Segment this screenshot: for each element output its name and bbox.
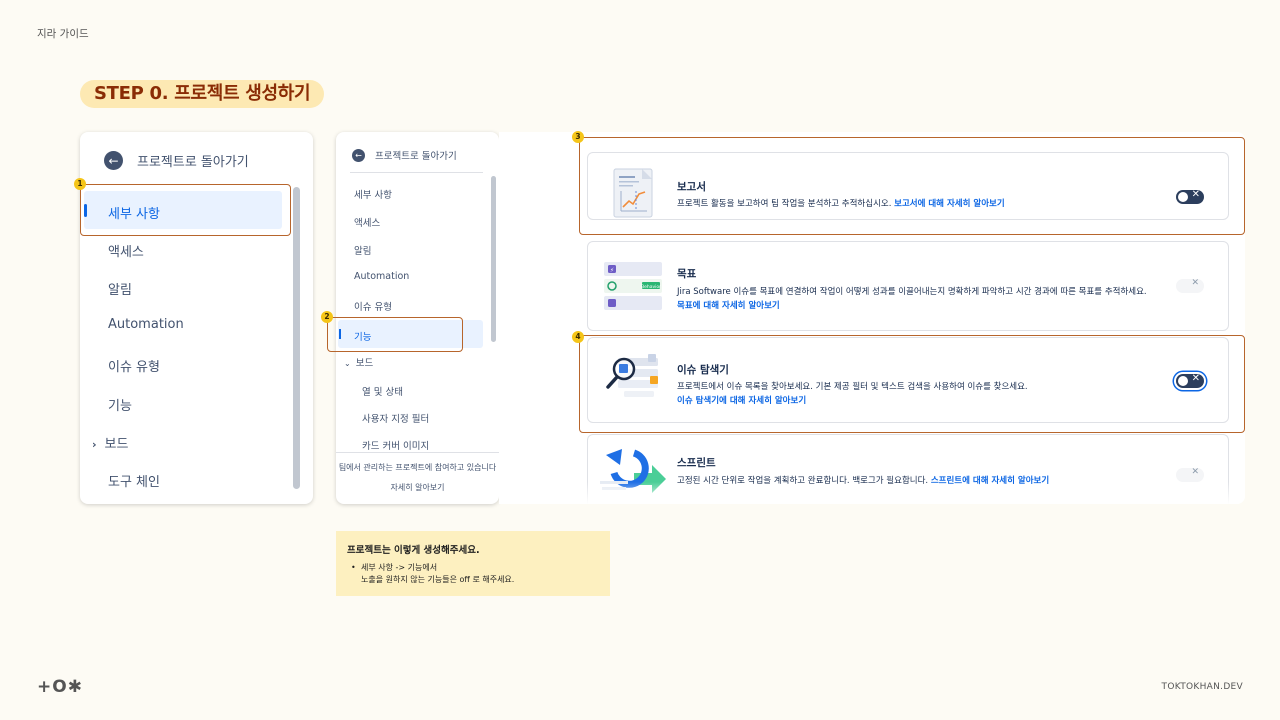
feature-title: 목표 (677, 268, 697, 280)
sidebar-subitem-columns[interactable]: 열 및 상태 (362, 384, 403, 398)
close-icon: ✕ (1191, 467, 1199, 477)
badge-4: 4 (572, 331, 584, 343)
site-url: TOKTOKHAN.DEV (1161, 682, 1243, 692)
back-arrow-icon: ← (104, 151, 123, 170)
board-label: 보드 (104, 437, 129, 452)
note-bullet-text: 세부 사항 -> 기능에서 노출을 원하지 않는 기능들은 off 로 해주세요… (361, 562, 514, 586)
badge-1: 1 (74, 178, 86, 190)
note-title: 프로젝트는 이렇게 생성해주세요. (347, 545, 480, 556)
sidebar-item-access[interactable]: 액세스 (108, 241, 144, 260)
back-to-project-link-small[interactable]: ← 프로젝트로 돌아가기 (352, 148, 457, 162)
learn-more-link[interactable]: 자세히 알아보기 (336, 482, 499, 493)
instruction-note: 프로젝트는 이렇게 생성해주세요. • 세부 사항 -> 기능에서 노출을 원하… (336, 531, 610, 596)
svg-text:⚡: ⚡ (610, 267, 614, 274)
sidebar-item-notifications[interactable]: 알림 (108, 279, 132, 298)
highlight-box-3 (579, 137, 1245, 235)
learn-more-link[interactable]: 목표에 대해 자세히 알아보기 (677, 301, 780, 311)
goals-illustration: ⚡ Behavior (604, 262, 664, 316)
brand-logo: +O✱ (37, 677, 83, 697)
sidebar-item-automation[interactable]: Automation (108, 317, 184, 332)
back-arrow-icon: ← (352, 148, 365, 162)
feature-card-goals: ⚡ Behavior 목표 Jira Software 이슈를 목표에 연결하여… (587, 241, 1229, 331)
back-label: 프로젝트로 돌아가기 (137, 155, 249, 170)
goal-art-label: Behavior (641, 284, 661, 290)
divider (350, 172, 483, 173)
sidebar-item-board[interactable]: › 보드 (92, 433, 128, 452)
badge-2: 2 (321, 311, 333, 323)
note-line-2: 노출을 원하지 않는 기능들은 off 로 해주세요. (361, 575, 515, 584)
scrollbar[interactable] (293, 187, 300, 489)
note-line-1: 세부 사항 -> 기능에서 (361, 563, 438, 572)
highlight-box-1 (80, 184, 291, 236)
sidebar-item-access[interactable]: 액세스 (354, 215, 380, 229)
back-label: 프로젝트로 돌아가기 (375, 151, 457, 162)
sidebar-item-toolchain[interactable]: 도구 체인 (108, 471, 160, 490)
sidebar-item-issue-types[interactable]: 이슈 유형 (108, 356, 160, 375)
goals-toggle[interactable]: ✕ (1176, 278, 1204, 293)
board-label: 보드 (355, 358, 374, 369)
back-to-project-link[interactable]: ← 프로젝트로 돌아가기 (104, 151, 249, 170)
bullet-dot: • (351, 563, 356, 572)
sidebar-item-board[interactable]: ⌄ 보드 (344, 355, 373, 369)
sidebar-subitem-filters[interactable]: 사용자 지정 필터 (362, 411, 429, 425)
guide-label: 지라 가이드 (37, 28, 89, 40)
sidebar-subitem-card-cover[interactable]: 카드 커버 이미지 (362, 438, 429, 452)
step-title: STEP 0. 프로젝트 생성하기 (80, 80, 325, 108)
chevron-right-icon: › (92, 438, 97, 451)
badge-3: 3 (572, 131, 584, 143)
feature-description: Jira Software 이슈를 목표에 연결하여 작업이 어떻게 성과를 이… (677, 285, 1157, 313)
close-icon: ✕ (1191, 278, 1199, 288)
chevron-down-icon: ⌄ (344, 359, 351, 368)
fade-overlay (499, 482, 1245, 504)
sprints-toggle[interactable]: ✕ (1176, 467, 1204, 482)
sidebar-item-features[interactable]: 기능 (108, 395, 132, 414)
sidebar-item-automation[interactable]: Automation (354, 271, 409, 282)
note-bullet: • 세부 사항 -> 기능에서 노출을 원하지 않는 기능들은 off 로 해주… (347, 562, 599, 586)
description-text: Jira Software 이슈를 목표에 연결하여 작업이 어떻게 성과를 이… (677, 287, 1147, 297)
feature-title: 스프린트 (677, 457, 716, 469)
highlight-box-2 (327, 317, 463, 352)
divider (336, 452, 499, 453)
sidebar-item-issue-types[interactable]: 이슈 유형 (354, 299, 392, 313)
sidebar-item-notifications[interactable]: 알림 (354, 243, 371, 257)
team-managed-text: 팀에서 관리하는 프로젝트에 참여하고 있습니다 (338, 463, 497, 472)
scrollbar[interactable] (491, 176, 496, 342)
highlight-box-4 (579, 335, 1245, 433)
sidebar-item-details[interactable]: 세부 사항 (354, 187, 392, 201)
